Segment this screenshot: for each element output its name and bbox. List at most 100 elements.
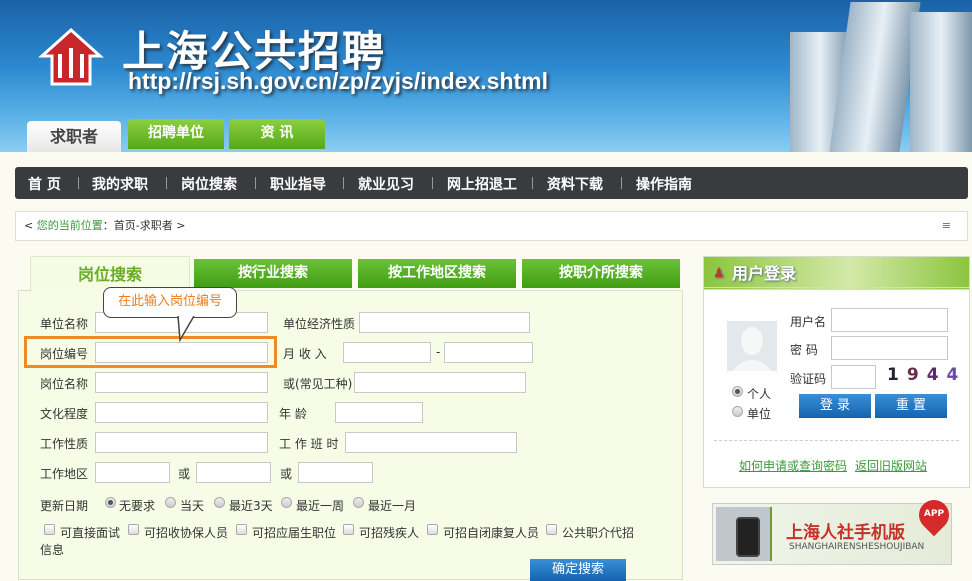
label-username: 用户名 xyxy=(790,315,827,329)
label-update-date: 更新日期 xyxy=(40,499,89,513)
checkbox-direct-interview[interactable] xyxy=(44,524,55,535)
checkbox-label: 可招应届生职位 xyxy=(252,526,337,540)
option-today: 当天 xyxy=(180,499,205,513)
checkbox-autism-rehab[interactable] xyxy=(427,524,438,535)
tab-industry-search[interactable]: 按行业搜索 xyxy=(194,259,352,288)
checkbox-disabled[interactable] xyxy=(343,524,354,535)
checkbox-label: 可直接面试 xyxy=(60,526,121,540)
common-job-input[interactable] xyxy=(354,372,526,393)
label-income: 月 收 入 xyxy=(283,347,327,361)
login-button[interactable]: 登 录 xyxy=(799,394,871,418)
nav-internship[interactable]: 就业见习 xyxy=(358,174,414,194)
captcha-input[interactable] xyxy=(831,365,876,389)
app-badge-text: APP xyxy=(923,509,945,519)
checkbox-protected-staff[interactable] xyxy=(128,524,139,535)
radio-personal[interactable] xyxy=(732,386,743,397)
radio-any[interactable] xyxy=(105,497,116,508)
option-month: 最近一月 xyxy=(368,499,417,513)
area-input-3[interactable] xyxy=(298,462,373,483)
label-area: 工作地区 xyxy=(40,467,89,481)
age-input[interactable] xyxy=(335,402,423,423)
site-header: 上海公共招聘 http://rsj.sh.gov.cn/zp/zyjs/inde… xyxy=(0,0,972,152)
avatar xyxy=(727,321,777,371)
login-header: ♟ 用户登录 xyxy=(704,257,969,290)
income-min-input[interactable] xyxy=(343,342,431,363)
tab-area-search[interactable]: 按工作地区搜索 xyxy=(358,259,516,288)
nav-my-jobs[interactable]: 我的求职 xyxy=(92,174,148,194)
option-any: 无要求 xyxy=(119,499,156,513)
main-nav: 首 页 我的求职 岗位搜索 职业指导 就业见习 网上招退工 资料下载 操作指南 xyxy=(15,167,968,199)
nav-separator xyxy=(343,177,344,189)
breadcrumb: < 您的当前位置：首页-求职者 > ≡ xyxy=(15,211,968,241)
breadcrumb-suffix: > xyxy=(176,219,186,232)
job-name-input[interactable] xyxy=(95,372,268,393)
tab-news[interactable]: 资 讯 xyxy=(229,119,325,149)
label-common-job: 或(常见工种) xyxy=(283,377,353,391)
income-dash: - xyxy=(436,345,441,359)
label-unit-name: 单位名称 xyxy=(40,317,89,331)
nav-online-hiring[interactable]: 网上招退工 xyxy=(447,174,517,194)
radio-3days[interactable] xyxy=(214,497,225,508)
nav-separator xyxy=(255,177,256,189)
income-max-input[interactable] xyxy=(444,342,533,363)
education-input[interactable] xyxy=(95,402,268,423)
logo-icon xyxy=(38,28,104,86)
breadcrumb-prefix: < xyxy=(24,219,34,232)
banner-subtitle: SHANGHAIRENSHESHOUJIBAN xyxy=(789,542,925,552)
tab-job-seeker[interactable]: 求职者 xyxy=(27,121,121,152)
checkbox-public-agency[interactable] xyxy=(546,524,557,535)
label-or: 或 xyxy=(178,467,191,481)
option-week: 最近一周 xyxy=(296,499,345,513)
area-input-1[interactable] xyxy=(95,462,170,483)
tab-employer[interactable]: 招聘单位 xyxy=(128,119,224,149)
user-icon: ♟ xyxy=(713,266,725,281)
label-captcha: 验证码 xyxy=(790,372,827,386)
label-shift: 工 作 班 时 xyxy=(279,437,339,451)
nav-career-guide[interactable]: 职业指导 xyxy=(270,174,326,194)
checkbox-graduates[interactable] xyxy=(236,524,247,535)
job-nature-input[interactable] xyxy=(95,432,268,453)
login-title: 用户登录 xyxy=(732,264,797,283)
checkbox-label: 可招残疾人 xyxy=(359,526,420,540)
label-or: 或 xyxy=(280,467,293,481)
building-image xyxy=(910,12,972,152)
tab-agency-search[interactable]: 按职介所搜索 xyxy=(522,259,680,288)
role-personal: 个人 xyxy=(747,387,772,401)
nav-separator xyxy=(621,177,622,189)
login-panel: ♟ 用户登录 个人 单位 用户名 密 码 验证码 1944 登 录 重 置 如何… xyxy=(703,256,970,488)
area-input-2[interactable] xyxy=(196,462,271,483)
radio-company[interactable] xyxy=(732,406,743,417)
label-job-nature: 工作性质 xyxy=(40,437,89,451)
mobile-app-banner[interactable]: 上海人社手机版 SHANGHAIRENSHESHOUJIBAN APP xyxy=(712,493,956,565)
nav-home[interactable]: 首 页 xyxy=(28,174,61,194)
nav-downloads[interactable]: 资料下载 xyxy=(547,174,603,194)
password-input[interactable] xyxy=(831,336,948,360)
nav-separator xyxy=(432,177,433,189)
radio-today[interactable] xyxy=(165,497,176,508)
nav-separator xyxy=(166,177,167,189)
tooltip-tail xyxy=(177,316,195,342)
username-input[interactable] xyxy=(831,308,948,332)
breadcrumb-sep: ： xyxy=(102,219,114,232)
reset-button[interactable]: 重 置 xyxy=(875,394,947,418)
label-unit-type: 单位经济性质 xyxy=(283,317,356,331)
search-submit-button[interactable]: 确定搜索 xyxy=(530,559,626,581)
label-job-id: 岗位编号 xyxy=(40,347,89,361)
captcha-image[interactable]: 1944 xyxy=(887,365,966,385)
radio-month[interactable] xyxy=(353,497,364,508)
nav-job-search[interactable]: 岗位搜索 xyxy=(181,174,237,194)
building-image xyxy=(829,2,921,152)
shift-input[interactable] xyxy=(345,432,517,453)
nav-guide[interactable]: 操作指南 xyxy=(636,174,692,194)
checkbox-label: 公共职介代招 xyxy=(562,526,635,540)
job-id-input[interactable] xyxy=(95,342,268,363)
old-site-link[interactable]: 返回旧版网站 xyxy=(855,457,927,474)
breadcrumb-path[interactable]: 首页-求职者 xyxy=(114,219,173,232)
option-3days: 最近3天 xyxy=(229,499,273,513)
label-password: 密 码 xyxy=(790,343,818,357)
password-help-link[interactable]: 如何申请或查询密码 xyxy=(739,457,847,474)
radio-week[interactable] xyxy=(281,497,292,508)
unit-type-input[interactable] xyxy=(359,312,530,333)
menu-icon[interactable]: ≡ xyxy=(942,212,951,240)
role-company: 单位 xyxy=(747,407,772,421)
